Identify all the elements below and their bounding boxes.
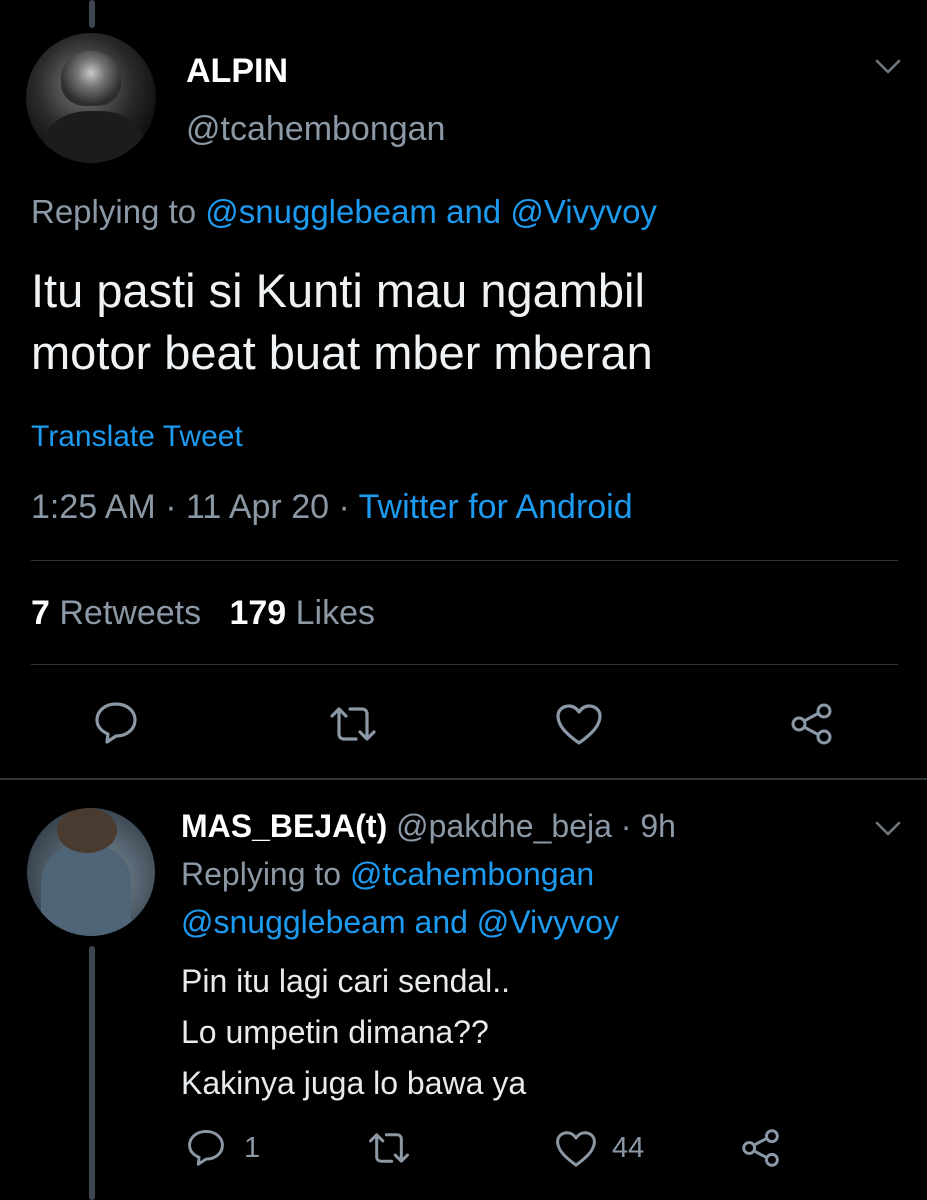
tweet-stats: 7 Retweets 179 Likes <box>31 594 375 633</box>
reply-icon[interactable] <box>186 1128 226 1166</box>
translate-tweet-link[interactable]: Translate Tweet <box>31 420 243 454</box>
avatar[interactable] <box>26 33 156 163</box>
tweet-metadata: 1:25 AM · 11 Apr 20 · Twitter for Androi… <box>31 488 633 526</box>
mention-link[interactable]: @tcahembongan <box>350 856 594 892</box>
divider <box>31 664 898 665</box>
reply-count: 1 <box>244 1132 261 1164</box>
display-name[interactable]: ALPIN <box>186 52 288 91</box>
replying-to: Replying to @snugglebeam and @Vivyvoy <box>31 193 657 230</box>
replying-to: Replying to @tcahembongan <box>181 856 595 892</box>
tweet-time: 1:25 AM <box>31 488 156 526</box>
retweet-icon[interactable] <box>367 1130 411 1166</box>
user-handle[interactable]: @pakdhe_beja · 9h <box>396 808 676 844</box>
chevron-down-icon[interactable] <box>875 820 901 838</box>
thread-line <box>89 0 95 28</box>
chevron-down-icon[interactable] <box>875 58 901 76</box>
like-count: 44 <box>612 1132 645 1164</box>
user-handle[interactable]: @tcahembongan <box>186 110 445 149</box>
share-icon[interactable] <box>790 702 834 746</box>
tweet-text: Itu pasti si Kunti mau ngambil motor bea… <box>31 264 653 379</box>
divider <box>0 778 927 780</box>
share-icon[interactable] <box>741 1128 781 1168</box>
tweet-source-link[interactable]: Twitter for Android <box>359 488 633 526</box>
avatar[interactable] <box>27 808 155 936</box>
thread-line <box>89 946 95 1200</box>
retweets-stat[interactable]: 7 Retweets <box>31 594 201 632</box>
mention-link[interactable]: @snugglebeam <box>205 193 437 230</box>
reply-header: MAS_BEJA(t) @pakdhe_beja · 9h <box>181 808 676 845</box>
retweet-icon[interactable] <box>328 704 378 744</box>
tweet-date: 11 Apr 20 <box>185 488 330 526</box>
mention-link[interactable]: @snugglebeam and @Vivyvoy <box>181 904 619 941</box>
mention-link[interactable]: @Vivyvoy <box>510 193 657 230</box>
likes-stat[interactable]: 179 Likes <box>229 594 375 632</box>
tweet-text: Pin itu lagi cari sendal.. Lo umpetin di… <box>181 963 527 1101</box>
divider <box>31 560 898 561</box>
reply-icon[interactable] <box>93 700 139 744</box>
like-icon[interactable] <box>555 703 603 745</box>
display-name[interactable]: MAS_BEJA(t) <box>181 808 387 844</box>
like-icon[interactable] <box>555 1130 597 1167</box>
